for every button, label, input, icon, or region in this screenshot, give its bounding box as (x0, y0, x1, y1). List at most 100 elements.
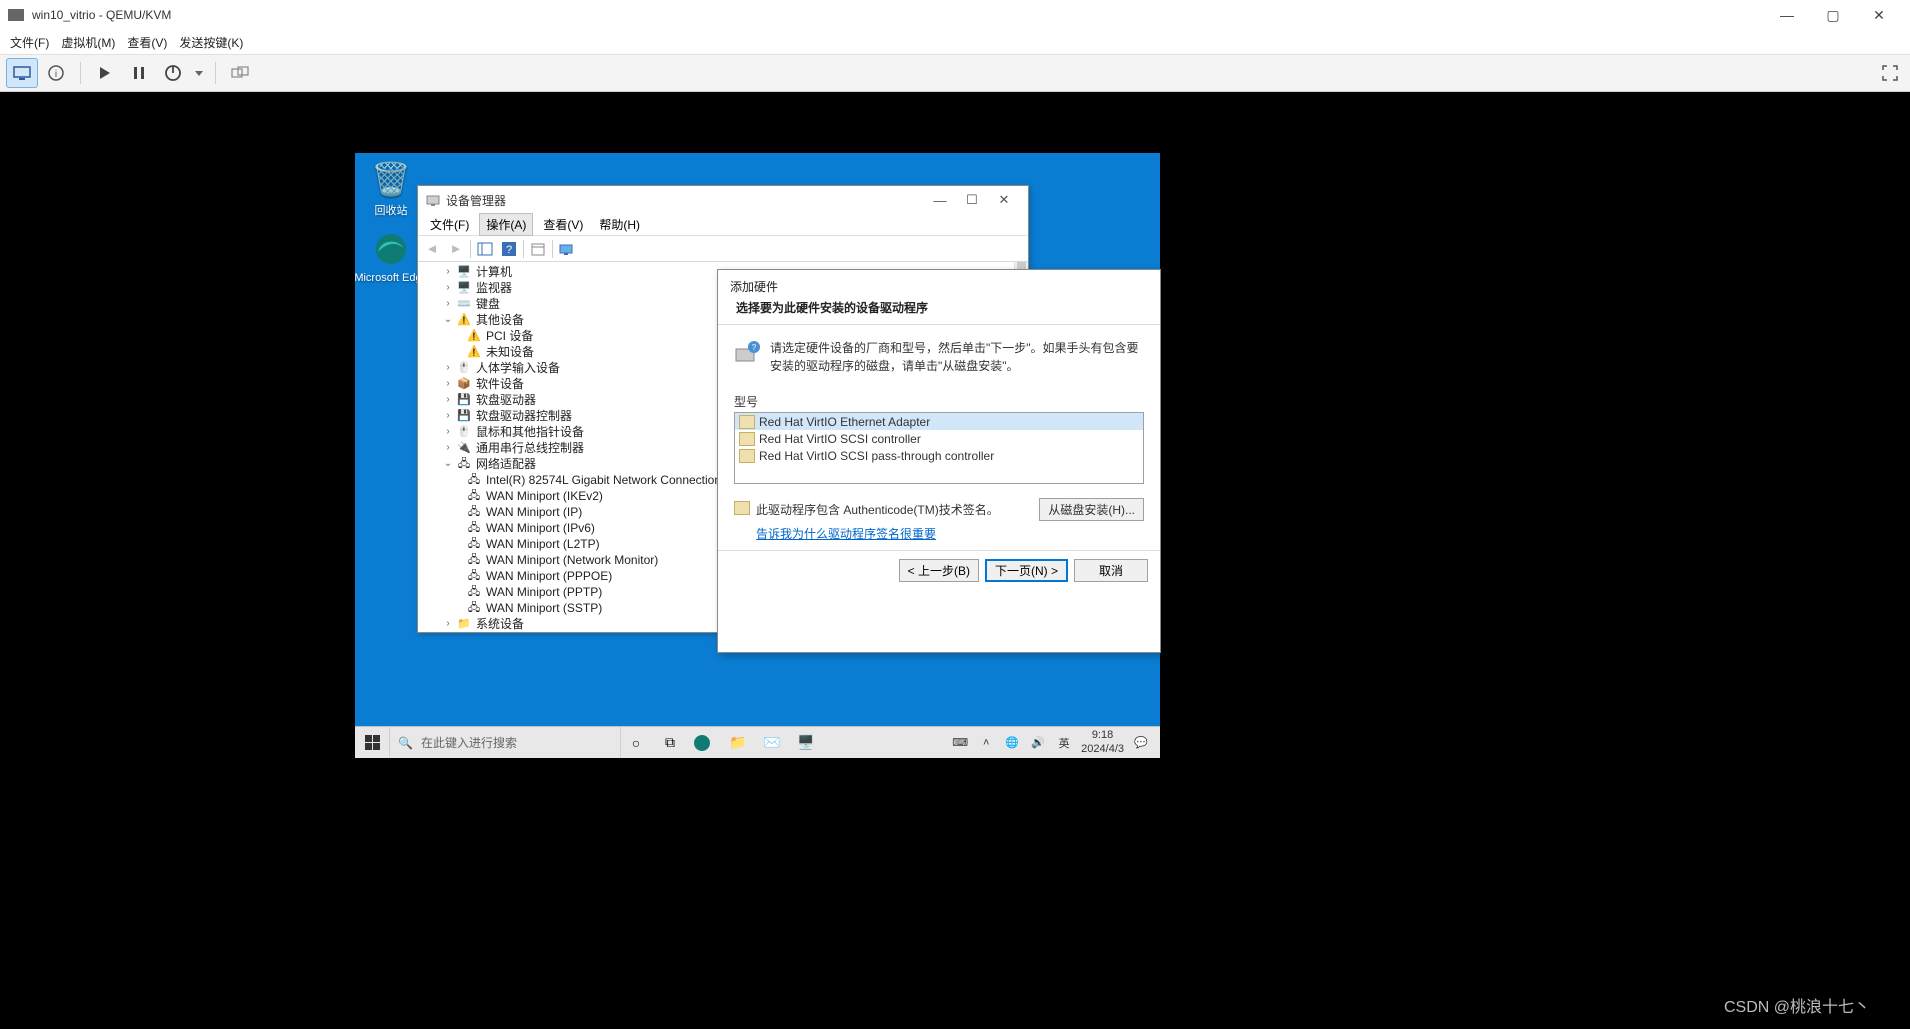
clock-time: 9:18 (1081, 729, 1124, 742)
pause-icon (134, 66, 144, 80)
fullscreen-icon (1882, 65, 1898, 81)
system-tray: ⌨ ˄ 🌐 🔊 英 9:18 2024/4/3 💬 (941, 729, 1160, 755)
menu-vm[interactable]: 虚拟机(M) (61, 34, 115, 51)
properties-button[interactable] (528, 239, 548, 259)
start-button[interactable] (355, 727, 389, 758)
device-manager-toolbar: ◄ ► ? (418, 236, 1028, 262)
snapshot-button[interactable] (224, 58, 256, 88)
menu-file[interactable]: 文件(F) (10, 34, 49, 51)
system-icon: 📁 (456, 617, 472, 631)
menu-sendkey[interactable]: 发送按键(K) (179, 34, 243, 51)
pause-button[interactable] (123, 58, 155, 88)
nic-icon: 🖧 (466, 489, 482, 503)
nic-icon: 🖧 (466, 553, 482, 567)
minimize-button[interactable]: ― (924, 193, 956, 208)
back-button[interactable]: ◄ (422, 239, 442, 259)
ime-lang-indicator[interactable]: 英 (1055, 735, 1073, 751)
windows-logo-icon (365, 735, 380, 750)
edge-taskbar-icon[interactable] (693, 734, 715, 752)
monitor-icon (13, 66, 31, 80)
menu-view[interactable]: 查看(V) (127, 34, 167, 51)
device-manager-taskbar-icon[interactable]: 🖥️ (795, 734, 817, 751)
run-button[interactable] (89, 58, 121, 88)
device-manager-titlebar[interactable]: 设备管理器 ― ☐ ✕ (418, 186, 1028, 214)
cortana-button[interactable]: ○ (625, 735, 647, 751)
close-button[interactable]: ✕ (1856, 1, 1902, 29)
task-view-button[interactable]: ⧉ (659, 734, 681, 751)
guest-desktop[interactable]: 🗑️ 回收站 Microsoft Edge 设备管理器 ― ☐ ✕ 文件(F) … (355, 153, 1160, 758)
qemu-menubar: 文件(F) 虚拟机(M) 查看(V) 发送按键(K) (0, 30, 1910, 54)
wizard-info-text: 请选定硬件设备的厂商和型号，然后单击"下一步"。如果手头有包含要安装的驱动程序的… (770, 339, 1144, 375)
shutdown-button[interactable] (157, 58, 189, 88)
minimize-button[interactable]: ― (1764, 1, 1810, 29)
next-button[interactable]: 下一页(N) > (985, 559, 1068, 582)
model-row-virtio-scsi-passthrough[interactable]: Red Hat VirtIO SCSI pass-through control… (735, 447, 1143, 464)
close-button[interactable]: ✕ (988, 192, 1020, 208)
taskbar-clock[interactable]: 9:18 2024/4/3 (1081, 729, 1124, 755)
model-list-label: 型号 (734, 393, 1144, 410)
driver-icon (739, 449, 755, 463)
menu-action[interactable]: 操作(A) (479, 213, 533, 236)
show-hide-console-tree-button[interactable] (475, 239, 495, 259)
keyboard-icon: ⌨️ (456, 297, 472, 311)
wizard-title: 添加硬件 (718, 270, 1160, 299)
hid-icon: 🖱️ (456, 361, 472, 375)
wizard-button-row: < 上一步(B) 下一页(N) > 取消 (718, 550, 1160, 590)
toolbar-divider (80, 62, 81, 84)
fullscreen-button[interactable] (1882, 65, 1898, 81)
file-explorer-icon[interactable]: 📁 (727, 734, 749, 751)
search-icon: 🔍 (398, 736, 413, 750)
toolbar-divider (215, 62, 216, 84)
window-title: 设备管理器 (446, 192, 506, 209)
back-button[interactable]: < 上一步(B) (899, 559, 979, 582)
signed-driver-icon (734, 501, 750, 515)
recycle-bin-icon: 🗑️ (371, 159, 411, 199)
menu-help[interactable]: 帮助(H) (593, 214, 646, 235)
info-icon: i (47, 64, 65, 82)
add-hardware-wizard: 添加硬件 选择要为此硬件安装的设备驱动程序 ? 请选定硬件设备的厂商和型号，然后… (717, 269, 1161, 653)
ime-indicator-icon[interactable]: ⌨ (951, 736, 969, 749)
nic-icon: 🖧 (466, 601, 482, 615)
qemu-toolbar: i (0, 54, 1910, 92)
shutdown-menu-dropdown[interactable] (191, 58, 207, 88)
snapshot-icon (231, 66, 249, 80)
software-icon: 📦 (456, 377, 472, 391)
console-button[interactable] (6, 58, 38, 88)
svg-text:?: ? (506, 244, 512, 256)
tray-overflow-button[interactable]: ˄ (977, 737, 995, 749)
maximize-button[interactable]: ▢ (1810, 1, 1856, 29)
from-disk-button[interactable]: 从磁盘安装(H)... (1039, 498, 1144, 521)
menu-view[interactable]: 查看(V) (537, 214, 589, 235)
maximize-button[interactable]: ☐ (956, 192, 988, 208)
info-button[interactable]: i (40, 58, 72, 88)
qemu-app-icon (8, 9, 24, 21)
why-sign-link[interactable]: 告诉我为什么驱动程序签名很重要 (734, 525, 1144, 542)
power-icon (164, 64, 182, 82)
network-tray-icon[interactable]: 🌐 (1003, 736, 1021, 749)
clock-date: 2024/4/3 (1081, 743, 1124, 756)
driver-icon (739, 432, 755, 446)
mouse-icon: 🖱️ (456, 425, 472, 439)
play-icon (99, 66, 111, 80)
svg-text:i: i (55, 69, 57, 80)
mail-icon[interactable]: ✉️ (761, 734, 783, 751)
menu-file[interactable]: 文件(F) (424, 214, 475, 235)
forward-button[interactable]: ► (446, 239, 466, 259)
volume-tray-icon[interactable]: 🔊 (1029, 736, 1047, 749)
nic-icon: 🖧 (466, 585, 482, 599)
action-center-button[interactable]: 💬 (1132, 736, 1150, 749)
scan-hardware-button[interactable] (557, 239, 577, 259)
computer-icon: 🖥️ (456, 265, 472, 279)
model-row-virtio-ethernet[interactable]: Red Hat VirtIO Ethernet Adapter (735, 413, 1143, 430)
drive-icon: 💾 (456, 393, 472, 407)
model-row-virtio-scsi[interactable]: Red Hat VirtIO SCSI controller (735, 430, 1143, 447)
usb-icon: 🔌 (456, 441, 472, 455)
network-icon: 🖧 (456, 457, 472, 471)
help-button[interactable]: ? (499, 239, 519, 259)
model-list[interactable]: Red Hat VirtIO Ethernet Adapter Red Hat … (734, 412, 1144, 484)
device-manager-menubar: 文件(F) 操作(A) 查看(V) 帮助(H) (418, 214, 1028, 236)
qemu-titlebar: win10_vitrio - QEMU/KVM ― ▢ ✕ (0, 0, 1910, 30)
controller-icon: 💾 (456, 409, 472, 423)
cancel-button[interactable]: 取消 (1074, 559, 1148, 582)
taskbar-search[interactable]: 🔍 在此键入进行搜索 (389, 727, 621, 758)
